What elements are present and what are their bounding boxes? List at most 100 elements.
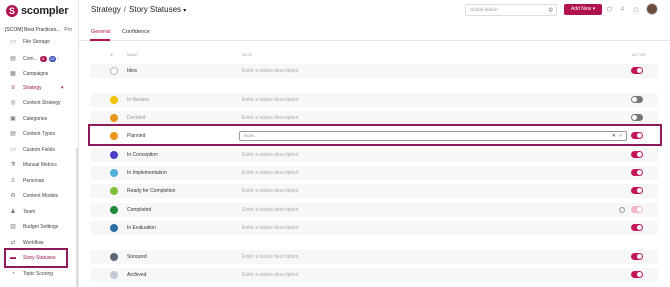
campaign-icon: ▦ [10,71,16,77]
status-color-swatch[interactable] [110,271,118,279]
budget-icon: ▥ [10,224,16,230]
sidebar-item-file-storage[interactable]: ▭ File Storage [0,35,78,49]
sidebar-item-manual-metrics[interactable]: ⚗ Manual Metrics [0,158,78,172]
active-toggle[interactable] [631,271,643,278]
target-icon: ◎ [10,100,16,106]
active-toggle[interactable] [631,67,643,74]
table-row[interactable]: ⋮ In Evaluation Enter a status descripti… [90,221,658,235]
breadcrumb-separator: / [123,5,127,14]
add-new-button[interactable]: Add New ▾ [564,4,602,15]
active-toggle[interactable] [631,169,643,176]
custom-fields-icon: ▭ [10,147,16,153]
table-row[interactable]: ⋮ In Implementation Enter a status descr… [90,166,658,180]
sidebar-item-comments[interactable]: ▤ Com... 8 28 › [0,52,78,66]
status-color-swatch[interactable] [110,253,118,261]
tab-general[interactable]: General [91,29,111,35]
status-note[interactable]: Enter a status description [242,188,298,194]
active-toggle[interactable] [631,224,643,231]
sidebar-item-personas[interactable]: ♙ Personas [0,174,78,188]
sidebar-item-content-models[interactable]: ⚙ Content Models [0,189,78,203]
drag-handle-icon[interactable]: ⋮ [96,207,101,212]
table-row[interactable]: ⋮ Decided Enter a status description [90,111,658,125]
app: S scompler ▭ File Storage [SCOM] Best Pr… [0,0,670,287]
drag-handle-icon[interactable]: ⋮ [96,188,101,193]
drag-handle-icon[interactable]: ⋮ [96,170,101,175]
column-header-active: ACTIVE [632,53,646,57]
status-color-swatch[interactable] [110,187,118,195]
status-note[interactable]: Enter a status description [242,115,298,121]
tab-bar: General Confidence [79,20,670,41]
logo[interactable]: S scompler [6,4,69,18]
status-color-swatch[interactable] [110,169,118,177]
search-icon[interactable]: ⚲ [549,6,553,16]
bell-icon: ▤ [10,56,16,62]
strategy-icon: ≡ [11,85,15,91]
table-row[interactable]: Snoozed Enter a status description [90,250,658,264]
folder-icon: ▭ [10,39,16,45]
status-note[interactable]: Enter a status description [242,272,298,278]
drag-handle-icon[interactable]: ⋮ [96,152,101,157]
bell-icon[interactable]: ♫ [620,6,625,12]
sidebar-item-content-types[interactable]: ▤ Content Types [0,127,78,141]
status-color-swatch[interactable] [110,96,118,104]
search-input[interactable]: Global search ⚲ [465,4,557,16]
search-placeholder: Global search [470,7,498,12]
status-color-swatch[interactable] [110,114,118,122]
status-color-swatch[interactable] [110,224,118,232]
sidebar-item-custom-fields[interactable]: ▭ Custom Fields [0,143,78,157]
active-toggle[interactable] [631,187,643,194]
status-note[interactable]: Enter a status description [242,207,298,213]
active-toggle[interactable] [631,151,643,158]
info-icon[interactable]: ⓘ [633,6,639,15]
table-row[interactable]: Idea Enter a status description [90,64,658,78]
drag-handle-icon[interactable]: ⋮ [96,115,101,120]
avatar[interactable] [646,3,658,15]
table-row[interactable]: ⋮ In Conception Enter a status descripti… [90,148,658,162]
metrics-icon: ⚗ [10,162,16,168]
status-note[interactable]: Enter a status description [242,152,298,158]
status-note[interactable]: Enter a status description [242,97,298,103]
status-color-swatch[interactable] [110,151,118,159]
breadcrumb-parent[interactable]: Strategy [91,5,121,14]
table-row[interactable]: Archived Enter a status description [90,268,658,282]
status-note[interactable]: Enter a status description [242,170,298,176]
sidebar-item-topic-scoring[interactable]: ◔ Topic Scoring [0,267,78,281]
scoring-icon: ◔ [11,271,15,277]
cube-icon[interactable]: ⬡ [607,6,612,13]
caret-down-icon[interactable]: ▾ [183,8,186,14]
content-types-icon: ▤ [10,131,16,137]
status-note[interactable]: Enter a status description [242,68,298,74]
status-note[interactable]: Enter a status description [242,225,298,231]
sidebar-scrollbar[interactable] [76,148,78,287]
highlight-box-row [88,124,662,146]
workspace-switcher[interactable]: [SCOM] Best Practices... Pro [5,27,72,33]
status-name: In Implementation [127,170,167,176]
sidebar-item-campaigns[interactable]: ▦ Campaigns [0,67,78,81]
sidebar-item-content-strategy[interactable]: ◎ Content Strategy [0,96,78,110]
drag-handle-icon[interactable]: ⋮ [96,225,101,230]
sort-icon[interactable]: ⇅ [110,53,113,57]
status-note[interactable]: Enter a status description [242,254,298,260]
info-icon[interactable]: i [619,207,625,213]
sidebar-item-budget-settings[interactable]: ▥ Budget Settings [0,220,78,234]
table-row[interactable]: ⋮ Completed Enter a status description i [90,203,658,217]
status-name: Snoozed [127,254,147,260]
drag-handle-icon[interactable]: ⋮ [96,97,101,102]
count-badge: 28 [48,56,56,62]
chevron-right-icon[interactable]: › [57,56,59,62]
sidebar-item-team[interactable]: ♟ Team [0,205,78,219]
table-row[interactable]: ⋮ In Review Enter a status description [90,93,658,107]
active-toggle[interactable] [631,114,643,121]
status-color-swatch[interactable] [110,206,118,214]
column-header-note: NOTE [242,53,253,57]
page-title: Story Statuses [129,5,182,14]
tab-confidence[interactable]: Confidence [122,29,150,35]
active-toggle[interactable] [631,253,643,260]
active-toggle[interactable] [631,96,643,103]
sidebar-item-strategy[interactable]: ≡ Strategy ▾ [0,81,78,95]
active-toggle[interactable] [631,206,643,213]
workspace-name: [SCOM] Best Practices... [5,27,61,33]
status-color-swatch[interactable] [110,67,118,75]
sidebar-item-categories[interactable]: ▣ Categories [0,112,78,126]
table-row[interactable]: ⋮ Ready for Completion Enter a status de… [90,184,658,198]
